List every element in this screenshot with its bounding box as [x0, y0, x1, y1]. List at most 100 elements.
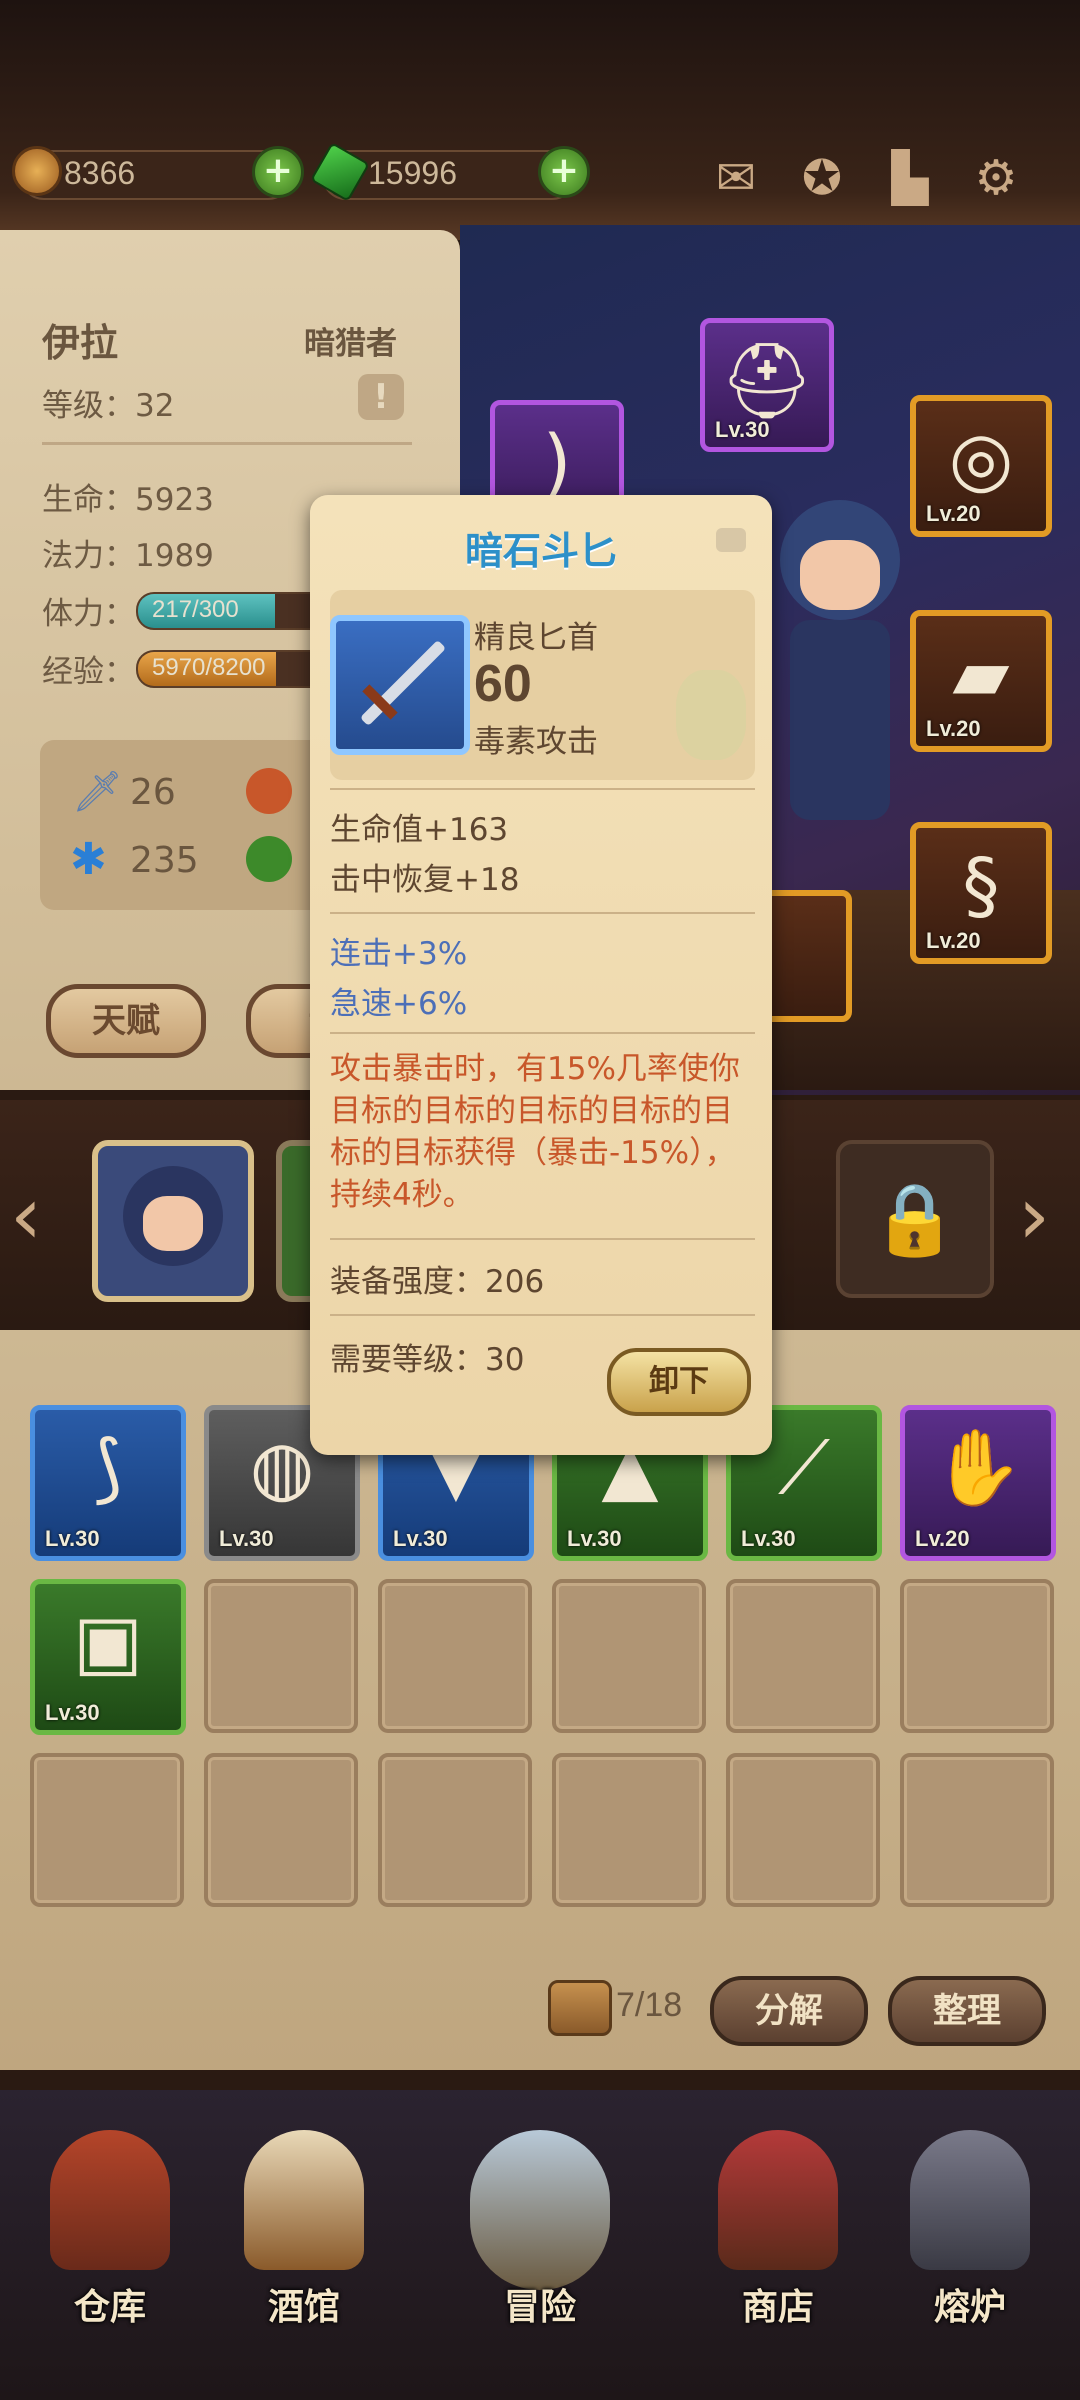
hero-mp: 法力：1989 — [42, 538, 214, 574]
dagger-stat-icon: 🗡 — [72, 769, 123, 815]
nav-label: 仓库 — [73, 2287, 146, 2328]
decompose-button[interactable]: 分解 — [710, 1976, 868, 2046]
slot-level: Lv.20 — [926, 716, 981, 741]
inventory-empty-slot[interactable] — [552, 1579, 706, 1733]
nav-shop[interactable]: 商店 — [688, 2110, 868, 2350]
divider — [330, 1032, 755, 1034]
unequip-button[interactable]: 卸下 — [607, 1348, 751, 1416]
badge-icon[interactable]: ✪ — [794, 150, 850, 206]
inventory-empty-slot[interactable] — [900, 1579, 1054, 1733]
item-level: Lv.30 — [567, 1526, 622, 1551]
divider — [42, 442, 412, 445]
inventory-empty-slot[interactable] — [900, 1753, 1054, 1907]
frost-stat: 235 — [130, 840, 199, 881]
toggle-icon[interactable] — [716, 528, 746, 552]
add-coins-button[interactable]: + — [252, 146, 304, 198]
inventory-empty-slot[interactable] — [378, 1753, 532, 1907]
gear-icon[interactable]: ⚙ — [968, 150, 1024, 206]
nav-label: 商店 — [741, 2287, 814, 2328]
shop-icon — [718, 2130, 838, 2270]
lock-icon[interactable]: 🔒 — [836, 1140, 994, 1298]
nav-label: 冒险 — [503, 2287, 576, 2328]
coin-icon — [12, 146, 62, 196]
stamina-bar: 217/300 — [136, 592, 330, 630]
exp-bar: 5970/8200 — [136, 650, 330, 688]
divider — [330, 912, 755, 914]
divider — [330, 1314, 755, 1316]
equip-slot-ring[interactable]: ◎ Lv.20 — [910, 395, 1052, 537]
equip-slot-helmet[interactable]: ⛑ Lv.30 — [700, 318, 834, 452]
bonus-combo: 连击+3% — [330, 936, 468, 972]
snowflake-icon: ✱ — [70, 834, 107, 885]
stamina-value: 217/300 — [152, 596, 239, 623]
talent-button[interactable]: 天赋 — [46, 984, 206, 1058]
inventory-capacity: 7/18 — [616, 1986, 683, 2024]
forge-icon — [910, 2130, 1030, 2270]
book-icon[interactable]: ▙ — [882, 150, 938, 206]
amulet-icon: § — [962, 843, 1000, 929]
inventory-empty-slot[interactable] — [204, 1579, 358, 1733]
inventory-empty-slot[interactable] — [726, 1753, 880, 1907]
warehouse-icon — [50, 2130, 170, 2270]
required-level: 需要等级：30 — [330, 1342, 525, 1378]
inventory-empty-slot[interactable] — [204, 1753, 358, 1907]
item-level: Lv.30 — [45, 1700, 100, 1725]
coin-amount: 8366 — [64, 155, 136, 191]
item-name: 暗石斗匕 — [464, 529, 617, 573]
hero-class: 暗猎者 — [304, 326, 397, 362]
poison-skull-icon — [676, 670, 746, 760]
inventory-empty-slot[interactable] — [726, 1579, 880, 1733]
inventory-item[interactable]: ▣ Lv.30 — [30, 1579, 186, 1735]
hero-name: 伊拉 — [42, 321, 119, 365]
item-level: Lv.30 — [393, 1526, 448, 1551]
scimitar-icon: ⟆ — [93, 1425, 123, 1511]
poison-stat-icon — [246, 836, 292, 882]
equip-slot-cloak[interactable]: ▰ Lv.20 — [910, 610, 1052, 752]
info-icon[interactable]: ! — [358, 374, 404, 420]
hero-figure — [760, 500, 920, 860]
chevron-right-icon[interactable]: › — [1018, 1166, 1050, 1266]
nav-label: 酒馆 — [267, 2287, 340, 2328]
stat-hit-regen: 击中恢复+18 — [330, 862, 520, 898]
nav-label: 熔炉 — [933, 2287, 1006, 2328]
hero-level: 等级：32 — [42, 388, 175, 424]
nav-tavern[interactable]: 酒馆 — [214, 2110, 394, 2350]
sort-button[interactable]: 整理 — [888, 1976, 1046, 2046]
inventory-empty-slot[interactable] — [552, 1753, 706, 1907]
inventory-item[interactable]: ✋ Lv.20 — [900, 1405, 1056, 1561]
add-gems-button[interactable]: + — [538, 146, 590, 198]
hero-card-selected[interactable] — [92, 1140, 254, 1302]
attack-type: 毒素攻击 — [474, 724, 598, 760]
bonus-haste: 急速+6% — [330, 986, 468, 1022]
inventory-empty-slot[interactable] — [378, 1579, 532, 1733]
nav-adventure[interactable]: 冒险 — [430, 2110, 650, 2350]
cloak-icon: ▰ — [952, 631, 1010, 717]
gem-amount: 15996 — [368, 155, 457, 191]
inventory-empty-slot[interactable] — [30, 1753, 184, 1907]
stamina-label: 体力： — [42, 596, 135, 632]
item-type: 精良匕首 — [474, 620, 598, 656]
nav-forge[interactable]: 熔炉 — [880, 2110, 1060, 2350]
stat-hp: 生命值+163 — [330, 812, 509, 848]
item-level: Lv.30 — [219, 1526, 274, 1551]
attack-stat: 26 — [130, 772, 176, 813]
item-level: Lv.30 — [741, 1526, 796, 1551]
chevron-left-icon[interactable]: ‹ — [10, 1166, 42, 1266]
nav-warehouse[interactable]: 仓库 — [20, 2110, 200, 2350]
slot-level: Lv.30 — [715, 417, 770, 442]
mail-icon[interactable]: ✉ — [708, 150, 764, 206]
gloves-icon: ✋ — [931, 1425, 1025, 1511]
dagger-icon — [330, 615, 470, 755]
armor-icon: ▣ — [73, 1599, 143, 1685]
portal-icon — [470, 2130, 610, 2290]
exp-label: 经验： — [42, 654, 135, 690]
item-strength: 装备强度：206 — [330, 1264, 545, 1300]
slot-level: Lv.20 — [926, 501, 981, 526]
fire-stat-icon — [246, 768, 292, 814]
inventory-item[interactable]: ⟆ Lv.30 — [30, 1405, 186, 1561]
equip-slot-amulet[interactable]: § Lv.20 — [910, 822, 1052, 964]
beer-mug-icon — [244, 2130, 364, 2270]
exp-value: 5970/8200 — [152, 654, 266, 681]
item-power: 60 — [474, 655, 532, 713]
equip-slot-boots[interactable] — [760, 890, 852, 1022]
